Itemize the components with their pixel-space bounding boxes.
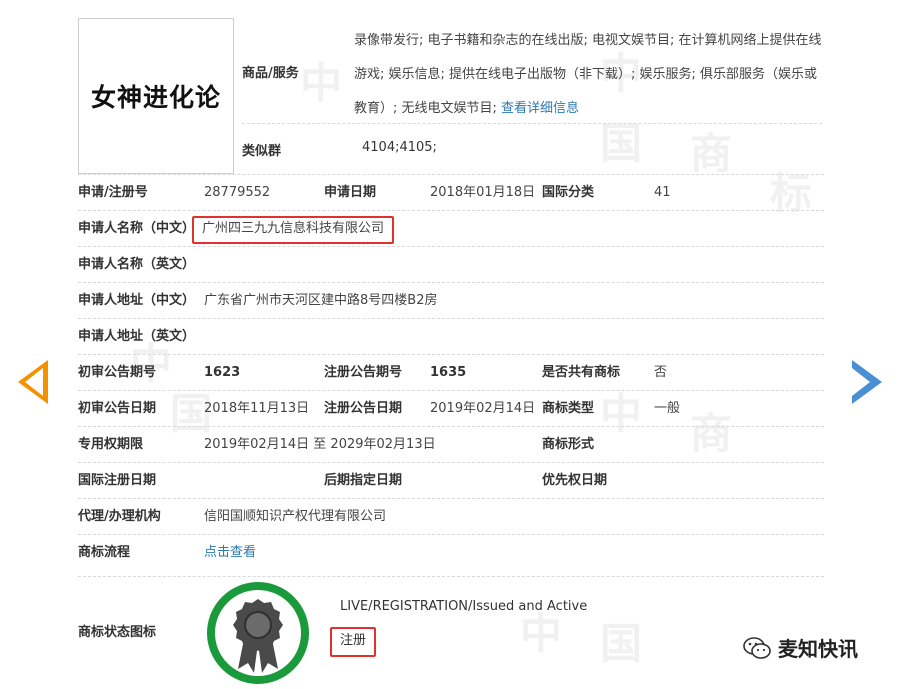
intl-class-value: 41 bbox=[654, 185, 671, 200]
address-cn-label: 申请人地址（中文） bbox=[78, 293, 196, 308]
prelim-no-label: 初审公告期号 bbox=[78, 365, 157, 380]
intl-class-label: 国际分类 bbox=[542, 185, 595, 200]
wechat-icon bbox=[743, 636, 771, 659]
table-row: 申请人名称（中文） 广州四三九九信息科技有限公司 bbox=[78, 210, 824, 247]
status-row: 商标状态图标 LIVE/REGISTRATION/Issued and Acti… bbox=[78, 576, 824, 689]
similar-group-label: 类似群 bbox=[242, 144, 282, 159]
agent-label: 代理/办理机构 bbox=[78, 509, 161, 524]
address-cn-value: 广东省广州市天河区建中路8号四楼B2房 bbox=[204, 293, 438, 308]
table-row: 国际注册日期 后期指定日期 优先权日期 bbox=[78, 462, 824, 499]
table-row: 代理/办理机构 信阳国顺知识产权代理有限公司 bbox=[78, 498, 824, 535]
reg-pub-no-label: 注册公告期号 bbox=[324, 365, 403, 380]
prev-arrow-inner bbox=[25, 368, 43, 396]
prelim-date-value: 2018年11月13日 bbox=[204, 401, 310, 416]
similar-group-value: 4104;4105; bbox=[362, 140, 437, 155]
prelim-date-label: 初审公告日期 bbox=[78, 401, 157, 416]
table-row: 初审公告日期 2018年11月13日 注册公告日期 2019年02月14日 商标… bbox=[78, 390, 824, 427]
table-row: 商标流程 点击查看 bbox=[78, 534, 824, 571]
reg-no-value: 28779552 bbox=[204, 185, 271, 200]
flow-link[interactable]: 点击查看 bbox=[204, 535, 256, 571]
registered-seal-icon bbox=[207, 582, 309, 684]
reg-pub-date-value: 2019年02月14日 bbox=[430, 401, 536, 416]
later-date-label: 后期指定日期 bbox=[324, 473, 403, 488]
shared-label: 是否共有商标 bbox=[542, 365, 621, 380]
goods-detail-link[interactable]: 查看详细信息 bbox=[501, 101, 579, 116]
table-row: 初审公告期号 1623 注册公告期号 1635 是否共有商标 否 bbox=[78, 354, 824, 391]
trademark-image: 女神进化论 bbox=[78, 18, 234, 174]
table-row: 申请/注册号 28779552 申请日期 2018年01月18日 国际分类 41 bbox=[78, 174, 824, 211]
trademark-detail-card: 女神进化论 商品/服务 录像带发行; 电子书籍和杂志的在线出版; 电视文娱节目;… bbox=[78, 18, 824, 688]
priority-date-label: 优先权日期 bbox=[542, 473, 608, 488]
status-label: 商标状态图标 bbox=[78, 625, 157, 640]
goods-label: 商品/服务 bbox=[242, 66, 299, 81]
exclusive-label: 专用权期限 bbox=[78, 437, 144, 452]
applicant-cn-highlight: 广州四三九九信息科技有限公司 bbox=[192, 211, 395, 247]
agent-value: 信阳国顺知识产权代理有限公司 bbox=[204, 509, 387, 524]
divider bbox=[242, 123, 822, 124]
reg-pub-date-label: 注册公告日期 bbox=[324, 401, 403, 416]
address-en-label: 申请人地址（英文） bbox=[78, 329, 196, 344]
status-cn-badge: 注册 bbox=[330, 627, 377, 657]
status-en-text: LIVE/REGISTRATION/Issued and Active bbox=[340, 599, 588, 614]
intl-reg-date-label: 国际注册日期 bbox=[78, 473, 157, 488]
tm-type-value: 一般 bbox=[654, 401, 681, 416]
table-row: 申请人地址（英文） bbox=[78, 318, 824, 355]
tm-form-label: 商标形式 bbox=[542, 437, 595, 452]
tm-type-label: 商标类型 bbox=[542, 401, 595, 416]
wechat-account-watermark: 麦知快讯 bbox=[742, 633, 858, 662]
applicant-cn-label: 申请人名称（中文） bbox=[78, 221, 196, 236]
apply-date-label: 申请日期 bbox=[324, 185, 377, 200]
trademark-name: 女神进化论 bbox=[90, 83, 221, 112]
goods-description: 录像带发行; 电子书籍和杂志的在线出版; 电视文娱节目; 在计算机网络上提供在线… bbox=[354, 24, 822, 126]
next-arrow-inner bbox=[852, 368, 870, 396]
applicant-cn-value: 广州四三九九信息科技有限公司 bbox=[192, 216, 395, 244]
wechat-account-name: 麦知快讯 bbox=[778, 637, 858, 661]
applicant-en-label: 申请人名称（英文） bbox=[78, 257, 196, 272]
shared-value: 否 bbox=[654, 365, 668, 380]
reg-no-label: 申请/注册号 bbox=[78, 185, 148, 200]
flow-label: 商标流程 bbox=[78, 545, 131, 560]
table-row: 申请人地址（中文） 广东省广州市天河区建中路8号四楼B2房 bbox=[78, 282, 824, 319]
prelim-no-value: 1623 bbox=[204, 365, 241, 380]
apply-date-value: 2018年01月18日 bbox=[430, 185, 536, 200]
table-row: 申请人名称（英文） bbox=[78, 246, 824, 283]
exclusive-value: 2019年02月14日 至 2029年02月13日 bbox=[204, 437, 436, 452]
goods-text: 录像带发行; 电子书籍和杂志的在线出版; 电视文娱节目; 在计算机网络上提供在线… bbox=[354, 33, 822, 116]
reg-pub-no-value: 1635 bbox=[430, 365, 467, 380]
table-row: 专用权期限 2019年02月14日 至 2029年02月13日 商标形式 bbox=[78, 426, 824, 463]
